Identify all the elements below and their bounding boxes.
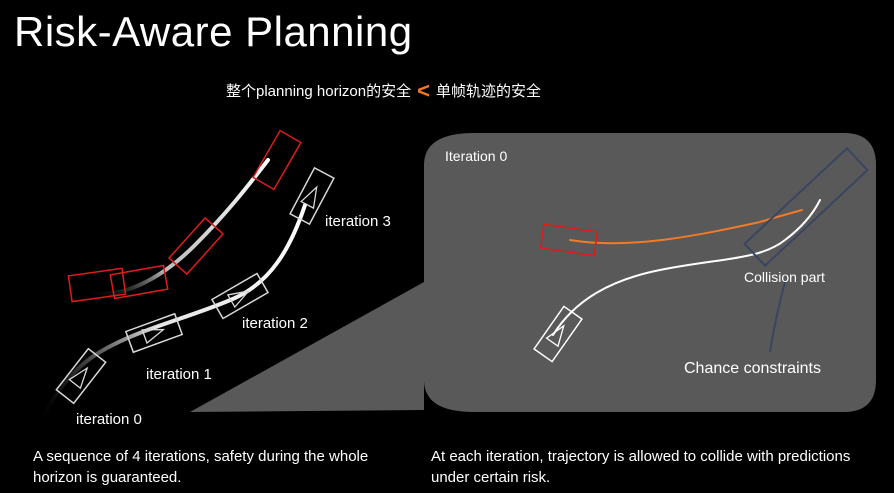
chance-constraints-label: Chance constraints: [684, 360, 821, 377]
caption-left: A sequence of 4 iterations, safety durin…: [33, 448, 369, 486]
label-iteration-0: iteration 0: [76, 411, 142, 428]
panel-heading: Iteration 0: [445, 148, 508, 164]
label-iteration-3: iteration 3: [325, 213, 391, 230]
upper-red-box-4: [252, 129, 302, 191]
vehicle-box-iteration-0: [55, 347, 107, 405]
label-iteration-1: iteration 1: [146, 366, 212, 383]
caption-right: At each iteration, trajectory is allowed…: [431, 448, 851, 486]
collision-label: Collision part: [744, 269, 825, 285]
label-iteration-2: iteration 2: [242, 315, 308, 332]
